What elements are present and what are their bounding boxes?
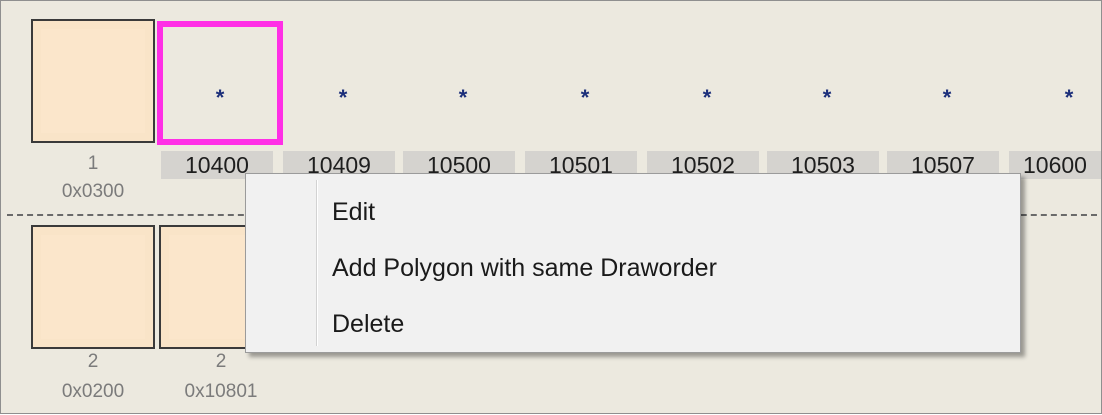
polygon-thumbnail[interactable] [31,225,155,349]
empty-slot[interactable]: * [283,21,403,145]
tile-address: 0x10801 [184,381,258,402]
empty-marker: * [942,85,952,110]
empty-marker: * [580,85,590,110]
tile-address: 0x0300 [61,181,125,202]
tile-label: 1 [87,153,99,174]
polygon-tile-row2[interactable]: 2 0x0200 [31,225,155,415]
empty-marker: * [1064,85,1074,110]
tile-label: 2 [215,351,227,372]
empty-marker: * [215,85,225,110]
context-menu: Edit Add Polygon with same Draworder Del… [245,173,1021,353]
empty-slot[interactable]: * [1009,21,1102,145]
empty-marker: * [702,85,712,110]
polygon-fill [41,235,145,339]
drawcode-label[interactable]: 10600 [1009,151,1101,179]
draworder-panel: 1 0x0300 * * * * * * * * 10400 10409 105… [0,0,1102,414]
polygon-fill [41,29,145,133]
empty-slot[interactable]: * [403,21,523,145]
menu-item-add-polygon-same-draworder[interactable]: Add Polygon with same Draworder [332,250,1010,286]
polygon-thumbnail[interactable] [31,19,155,143]
empty-marker: * [822,85,832,110]
tile-label: 2 [87,351,99,372]
empty-slot[interactable]: * [525,21,645,145]
menu-item-delete[interactable]: Delete [332,306,1010,342]
selected-slot[interactable]: * [157,21,283,145]
empty-marker: * [458,85,468,110]
empty-slot[interactable]: * [887,21,1007,145]
empty-slot[interactable]: * [767,21,887,145]
menu-item-edit[interactable]: Edit [332,194,1010,230]
empty-slot[interactable]: * [647,21,767,145]
polygon-tile-row1[interactable]: 1 0x0300 [31,19,155,219]
empty-marker: * [338,85,348,110]
tile-address: 0x0200 [61,381,125,402]
menu-icon-gutter [316,180,318,346]
